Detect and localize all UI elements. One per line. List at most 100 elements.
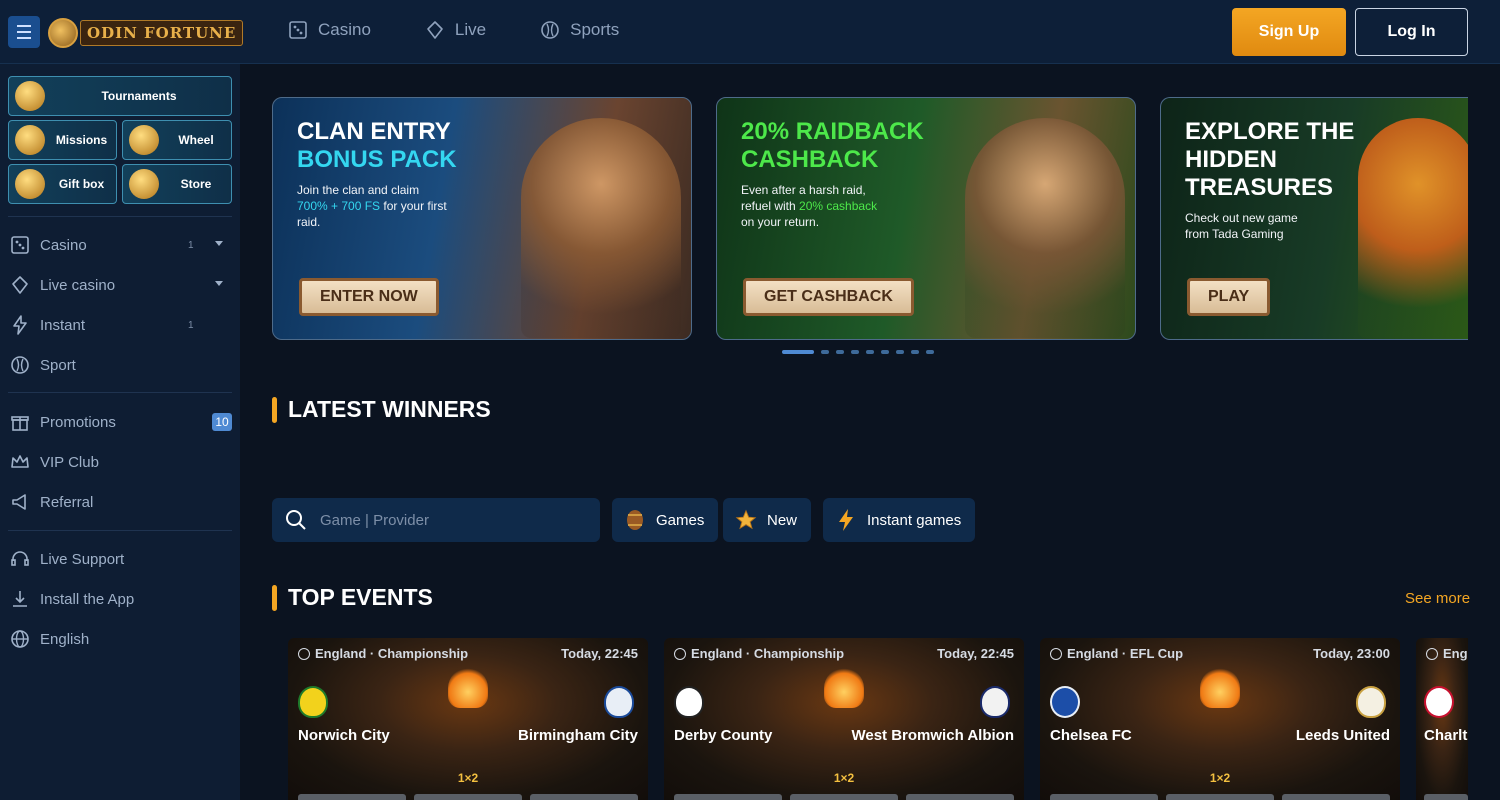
event-card[interactable]: England · EFL Cup Today, 23:00 Chelsea F… [1040,638,1400,800]
carousel-dot[interactable] [926,350,934,354]
odds-button[interactable] [1166,794,1274,800]
banner-title-line: EXPLORE THE [1185,118,1355,145]
game-search[interactable] [272,498,600,542]
nav-sports[interactable]: Sports [540,20,619,40]
chevron-down-icon[interactable] [215,281,223,286]
carousel-dot[interactable] [836,350,844,354]
odds-button[interactable] [530,794,638,800]
west-brom-crest-icon [980,686,1010,718]
event-card[interactable]: England · Championship Today, 22:45 Derb… [664,638,1024,800]
odds-button[interactable] [414,794,522,800]
sidebar-item-casino[interactable]: Casino 1 [8,231,232,259]
event-card[interactable]: England · Championship Today, 22:45 Norw… [288,638,648,800]
sidebar-item-label: Sport [40,356,76,374]
log-in-button[interactable]: Log In [1355,8,1468,56]
odds-button[interactable] [1050,794,1158,800]
gift-icon [11,416,29,431]
menu-line-icon [17,37,31,39]
play-button[interactable]: PLAY [1187,278,1271,316]
nav-casino[interactable]: Casino [288,20,371,40]
nav-live[interactable]: Live [425,20,486,40]
hamburger-menu-button[interactable] [8,16,40,48]
odds-button[interactable] [674,794,782,800]
tile-wheel[interactable]: Wheel [122,120,232,160]
birmingham-crest-icon [604,686,634,718]
filter-label: Games [656,511,705,529]
tile-missions[interactable]: Missions [8,120,117,160]
chevron-down-icon[interactable] [215,241,223,246]
carousel-dot[interactable] [911,350,919,354]
sidebar-item-sport[interactable]: Sport [8,351,232,379]
banner-text: Join the clan and claim [297,183,420,197]
tile-missions-label: Missions [55,133,108,147]
filter-new[interactable]: New [723,498,812,542]
league-label: England · Championship [691,646,845,661]
carousel-dot[interactable] [851,350,859,354]
tile-store[interactable]: Store [122,164,232,204]
event-header: England · EFL Cup Today, 23:00 [1050,646,1390,661]
tile-tournaments[interactable]: Tournaments [8,76,232,116]
sidebar-item-vip-club[interactable]: VIP Club [8,448,232,476]
filter-games[interactable]: Games [612,498,719,542]
search-input[interactable] [320,511,580,529]
poker-chip-icon [427,21,443,39]
away-team: Birmingham City [517,727,638,744]
promo-banner-cashback[interactable]: 20% RAIDBACK CASHBACK Even after a harsh… [716,97,1136,340]
promo-banner-clan-entry[interactable]: CLAN ENTRY BONUS PACK Join the clan and … [272,97,692,340]
item-count: 1 [188,239,194,251]
logo-emblem-icon [48,18,78,48]
gift-icon [9,165,51,203]
sidebar-item-referral[interactable]: Referral [8,488,232,516]
leeds-crest-icon [1356,686,1386,718]
sidebar-item-live-casino[interactable]: Live casino [8,271,232,299]
menu-line-icon [17,31,31,33]
odds-buttons [298,794,638,800]
tile-gift-box-label: Gift box [58,177,105,191]
carousel-dot[interactable] [866,350,874,354]
event-league: England · Championship [298,646,468,661]
carousel-pagination [782,350,934,354]
banner-text-highlight: 700% + 700 FS [297,199,381,213]
sign-up-button[interactable]: Sign Up [1232,8,1346,56]
section-title-text: LATEST WINNERS [288,396,491,422]
odds-button[interactable] [1424,794,1468,800]
tile-gift-box[interactable]: Gift box [8,164,117,204]
brazier-fire-image [1200,668,1240,708]
see-more-link[interactable]: See more [1405,590,1470,607]
odds-button[interactable] [790,794,898,800]
event-card-partial[interactable]: Eng Charlt [1416,638,1468,800]
sidebar-item-instant[interactable]: Instant 1 [8,311,232,339]
site-logo[interactable]: ODIN FORTUNE [48,18,244,48]
carousel-dot[interactable] [782,350,814,354]
filter-label: Instant games [867,511,962,529]
event-league: Eng [1426,646,1468,661]
sidebar-item-label: Live casino [40,276,116,294]
banner-title-line: HIDDEN [1185,146,1278,173]
banner-title-line: TREASURES [1185,174,1334,201]
market-label: 1×2 [1209,771,1231,785]
sidebar-item-language[interactable]: English [8,625,232,653]
archer-image [965,118,1125,338]
get-cashback-button[interactable]: GET CASHBACK [743,278,914,316]
odds-button[interactable] [298,794,406,800]
sidebar-item-label: English [40,630,90,648]
banner-title-highlight: 20% RAIDBACK [741,118,924,145]
enter-now-button[interactable]: ENTER NOW [299,278,439,316]
sidebar-item-promotions[interactable]: Promotions 10 [8,408,232,436]
promo-banner-hidden-treasures[interactable]: EXPLORE THE HIDDEN TREASURES Check out n… [1160,97,1468,340]
odds-button[interactable] [1282,794,1390,800]
carousel-dot[interactable] [881,350,889,354]
trophy-icon [9,77,51,115]
filter-instant-games[interactable]: Instant games [823,498,976,542]
carousel-dot[interactable] [821,350,829,354]
divider [8,530,232,531]
derby-crest-icon [674,686,704,718]
sidebar-item-live-support[interactable]: Live Support [8,545,232,573]
barrel-icon [624,509,646,531]
nav-casino-label: Casino [318,20,371,39]
carousel-dot[interactable] [896,350,904,354]
odds-button[interactable] [906,794,1014,800]
sidebar-item-install-app[interactable]: Install the App [8,585,232,613]
market-label: 1×2 [833,771,855,785]
away-team: West Bromwich Albion [851,727,1014,744]
